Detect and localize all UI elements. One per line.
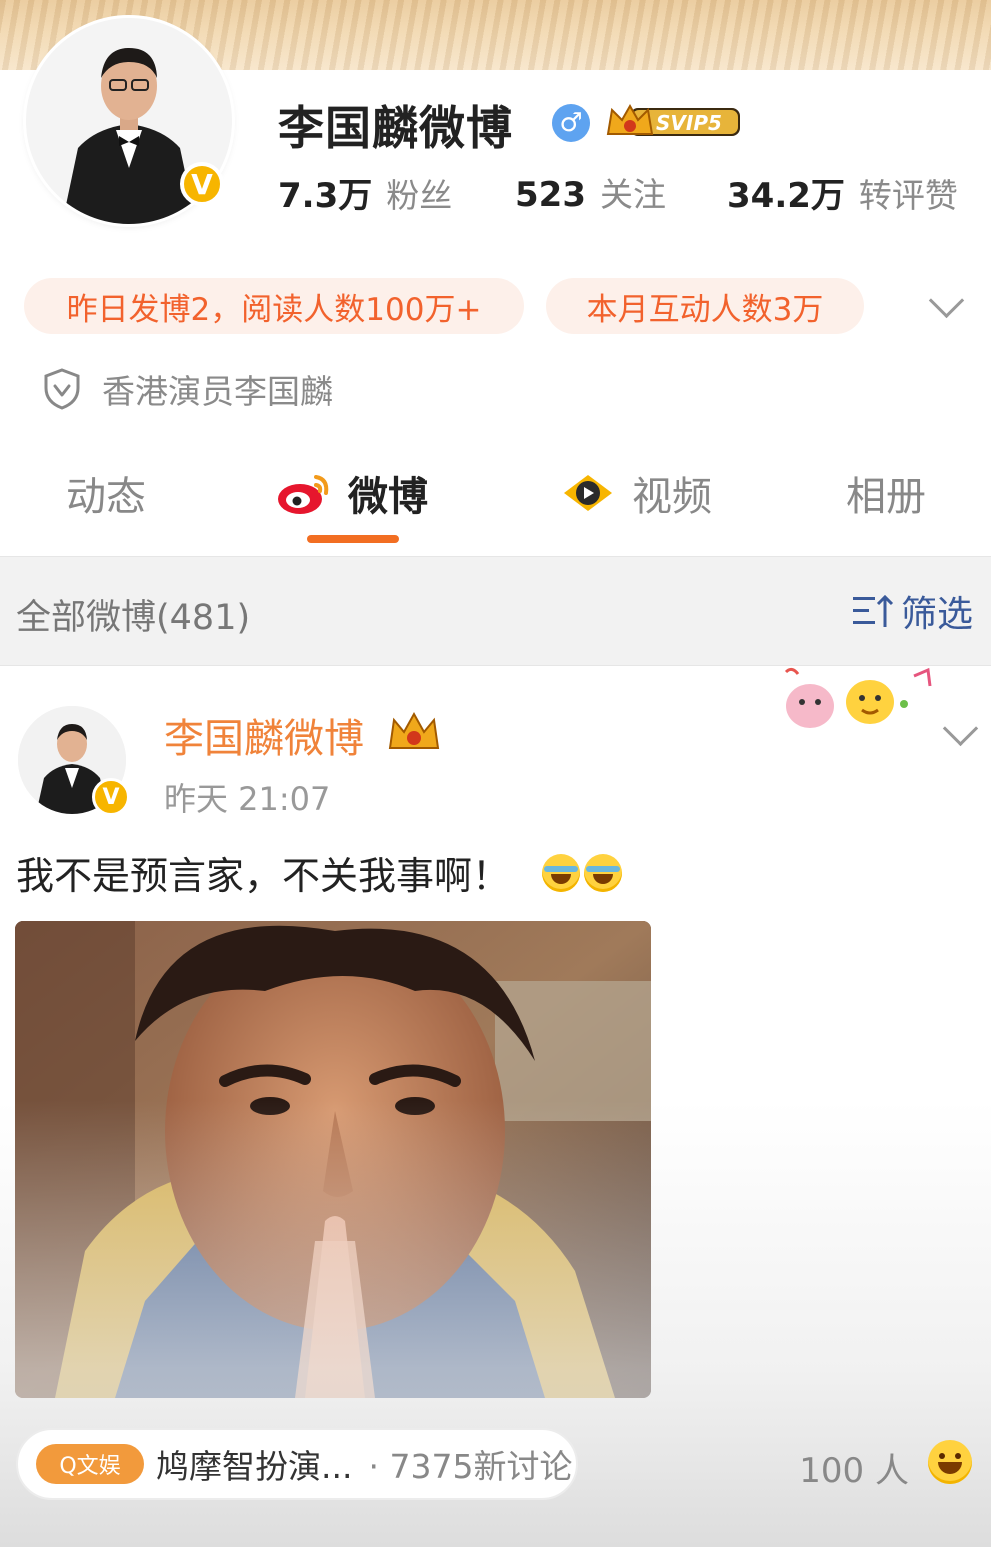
post-verified-badge-icon: V — [92, 778, 130, 816]
tab-weibo-label: 微博 — [348, 474, 428, 520]
stat-following-label: 关注 — [599, 175, 666, 214]
post-menu-chevron-icon[interactable] — [942, 710, 979, 747]
filter-sort-icon — [852, 594, 894, 627]
tab-video[interactable]: 视频 — [560, 464, 712, 522]
post-timestamp: 昨天 21:07 — [164, 780, 331, 818]
verification-text: 香港演员李国麟 — [102, 372, 333, 411]
active-tab-indicator — [307, 535, 399, 543]
tab-album-label: 相册 — [846, 474, 926, 520]
filter-button[interactable]: 筛选 — [851, 585, 973, 637]
laugh-cry-emoji-icon — [542, 853, 581, 892]
filter-label: 筛选 — [900, 594, 973, 635]
svip-badge[interactable]: SVIP5 — [604, 100, 744, 142]
topic-card[interactable]: Q文娱 鸠摩智扮演... · 7375新讨论 — [16, 1428, 578, 1500]
post-author-name[interactable]: 李国麟微博 — [164, 706, 364, 764]
stat-fans-label: 粉丝 — [386, 176, 453, 215]
pill-monthly-interactions[interactable]: 本月互动人数3万 — [546, 278, 864, 334]
stat-interactions-num: 34.2万 — [727, 176, 845, 216]
post-text-content: 我不是预言家，不关我事啊！ — [16, 854, 511, 898]
chevron-down-icon[interactable] — [928, 282, 965, 319]
stat-following[interactable]: 523 关注 — [515, 168, 666, 216]
cute-sticker-icon — [784, 667, 932, 728]
pill-yesterday-posts[interactable]: 昨日发博2，阅读人数100万+ — [24, 278, 524, 334]
tab-album[interactable]: 相册 — [846, 464, 926, 522]
tab-dynamic-label: 动态 — [66, 474, 146, 520]
feed-filter-bar: 全部微博(481) 筛选 — [0, 556, 991, 666]
post-image[interactable] — [15, 921, 651, 1398]
people-count[interactable]: 100 人 — [799, 1443, 909, 1492]
verification-row: 香港演员李国麟 — [44, 366, 333, 412]
profile-name: 李国麟微博 — [278, 101, 513, 155]
tab-dynamic[interactable]: 动态 — [66, 464, 146, 522]
crown-vip-icon — [388, 711, 440, 749]
weibo-logo-icon — [278, 475, 329, 514]
tab-weibo[interactable]: 微博 — [276, 464, 428, 522]
video-play-icon — [564, 475, 612, 511]
topic-tag-badge: Q文娱 — [36, 1444, 144, 1484]
post-text: 我不是预言家，不关我事啊！ — [16, 845, 623, 900]
topic-title: 鸠摩智扮演... — [156, 1447, 353, 1486]
svip-label: SVIP5 — [656, 111, 722, 135]
stat-fans[interactable]: 7.3万 粉丝 — [278, 168, 452, 217]
shield-icon — [44, 368, 80, 410]
stat-following-num: 523 — [515, 175, 586, 215]
profile-stats: 7.3万 粉丝 523 关注 34.2万 转评赞 — [0, 168, 991, 218]
stat-fans-num: 7.3万 — [278, 176, 373, 216]
profile-tabs: 动态 微博 视频 相册 — [0, 450, 991, 550]
stat-interactions[interactable]: 34.2万 转评赞 — [727, 168, 958, 217]
grin-emoji-icon[interactable] — [928, 1440, 972, 1484]
tab-video-label: 视频 — [632, 474, 712, 520]
male-gender-icon: ♂ — [552, 104, 590, 142]
stat-interactions-label: 转评赞 — [858, 176, 958, 215]
topic-discussion-count: · 7375新讨论 — [368, 1447, 573, 1486]
all-weibo-count[interactable]: 全部微博(481) — [16, 589, 250, 640]
laugh-cry-emoji-icon — [584, 853, 623, 892]
